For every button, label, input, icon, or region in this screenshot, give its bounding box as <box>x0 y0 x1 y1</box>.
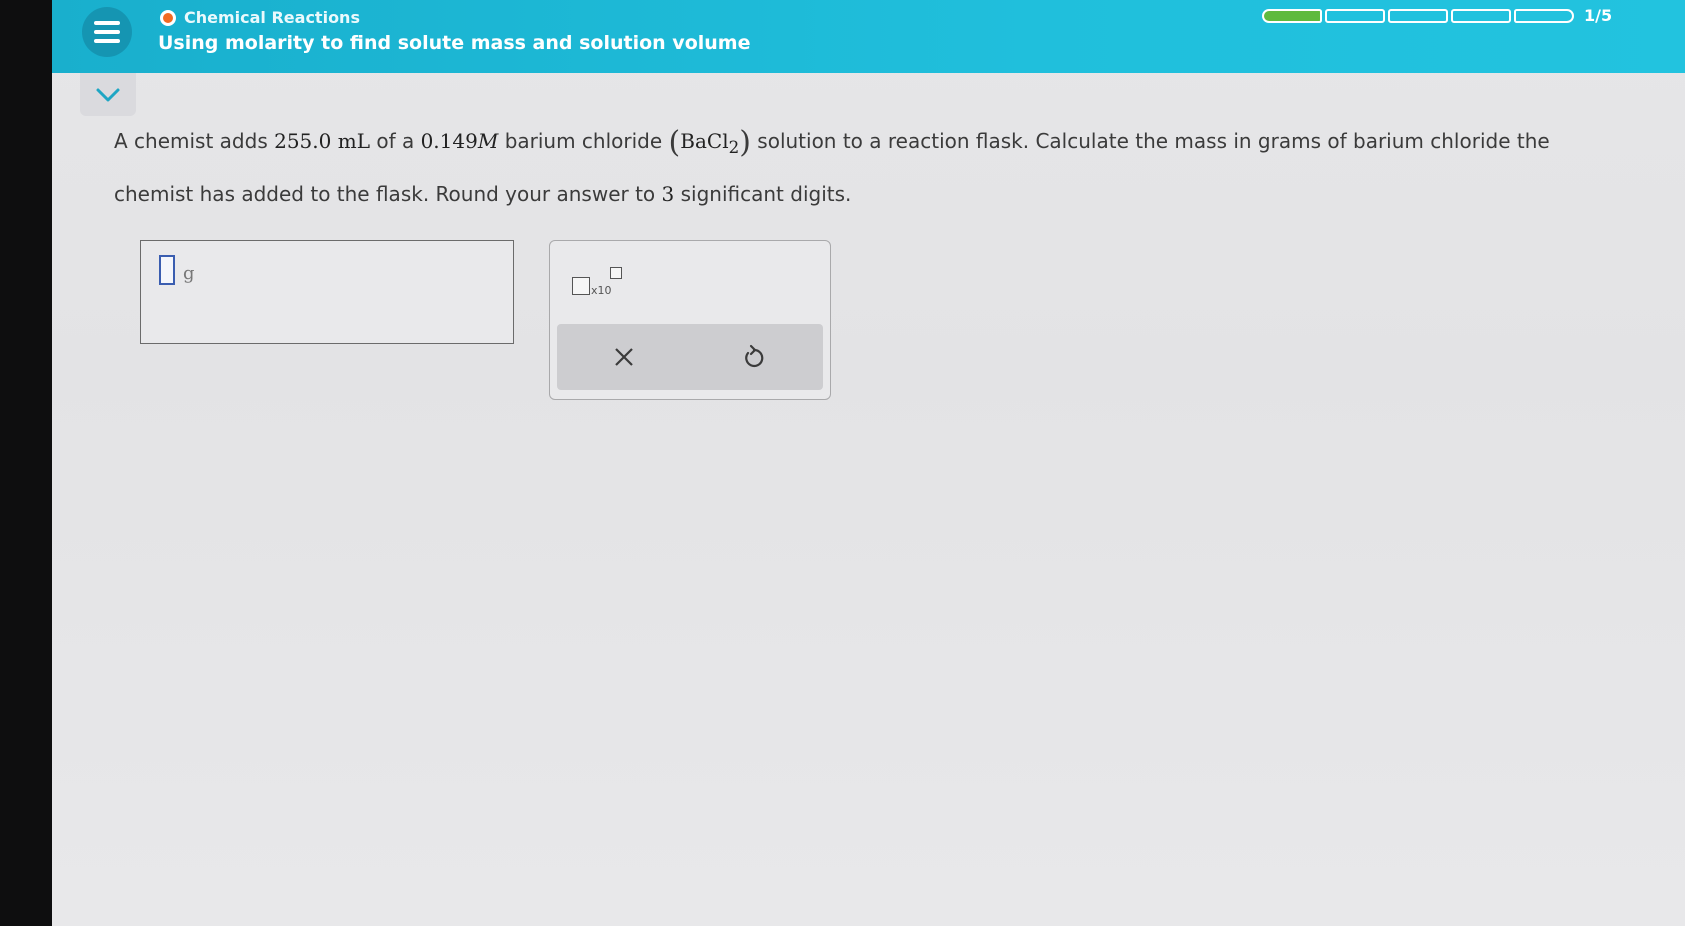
progress-count: 1/5 <box>1584 6 1613 25</box>
topic-row: Chemical Reactions <box>160 8 360 27</box>
answer-unit: g <box>183 263 195 284</box>
significant-digits: 3 <box>661 182 675 206</box>
formula-subscript: 2 <box>728 138 740 157</box>
tools-panel: x10 <box>549 240 831 400</box>
progress-segment <box>1262 9 1322 23</box>
undo-button[interactable] <box>737 340 771 374</box>
question-line-2: chemist has added to the flask. Round yo… <box>114 171 1684 217</box>
question-fragment: chemist has added to the flask. Round yo… <box>114 182 656 206</box>
chevron-down-icon <box>96 88 120 101</box>
screen: Chemical Reactions Using molarity to fin… <box>52 0 1685 926</box>
clear-button[interactable] <box>607 340 641 374</box>
close-icon <box>615 348 633 366</box>
sci-label: x10 <box>591 284 612 297</box>
progress-segment <box>1388 9 1448 23</box>
question-fragment: significant digits. <box>680 182 852 206</box>
top-bar: Chemical Reactions Using molarity to fin… <box>52 0 1685 73</box>
answer-box[interactable]: g <box>140 240 514 344</box>
molarity-value: 0.149 <box>420 129 478 153</box>
question-text: A chemist adds 255.0 mL of a 0.149M bari… <box>114 118 1684 217</box>
question-line-1: A chemist adds 255.0 mL of a 0.149M bari… <box>114 118 1684 171</box>
topic-status-icon <box>160 9 176 26</box>
volume-value: 255.0 mL <box>274 129 370 153</box>
progress-segment <box>1325 9 1385 23</box>
menu-icon-line <box>94 30 120 34</box>
question-fragment: solution to a reaction flask. Calculate … <box>757 129 1550 153</box>
collapse-button[interactable] <box>80 73 136 116</box>
sci-base-box <box>572 277 590 295</box>
action-bar <box>557 324 823 390</box>
lesson-title: Using molarity to find solute mass and s… <box>158 32 751 54</box>
progress-segment <box>1514 9 1574 23</box>
undo-icon <box>745 344 764 368</box>
menu-icon-line <box>94 21 120 25</box>
question-fragment: barium chloride <box>504 129 663 153</box>
topic-label: Chemical Reactions <box>184 8 360 27</box>
sci-exponent-box <box>610 267 622 279</box>
answer-input[interactable] <box>159 255 175 285</box>
progress-bar <box>1262 9 1574 23</box>
question-fragment: of a <box>376 129 415 153</box>
scientific-notation-button[interactable]: x10 <box>572 267 632 307</box>
chemical-formula: (BaCl2) <box>668 125 751 160</box>
formula-base: BaCl <box>680 129 729 153</box>
progress-segment <box>1451 9 1511 23</box>
menu-button[interactable] <box>82 7 132 57</box>
menu-icon-line <box>94 39 120 43</box>
question-fragment: A chemist adds <box>114 129 268 153</box>
molarity-unit: M <box>477 129 499 153</box>
